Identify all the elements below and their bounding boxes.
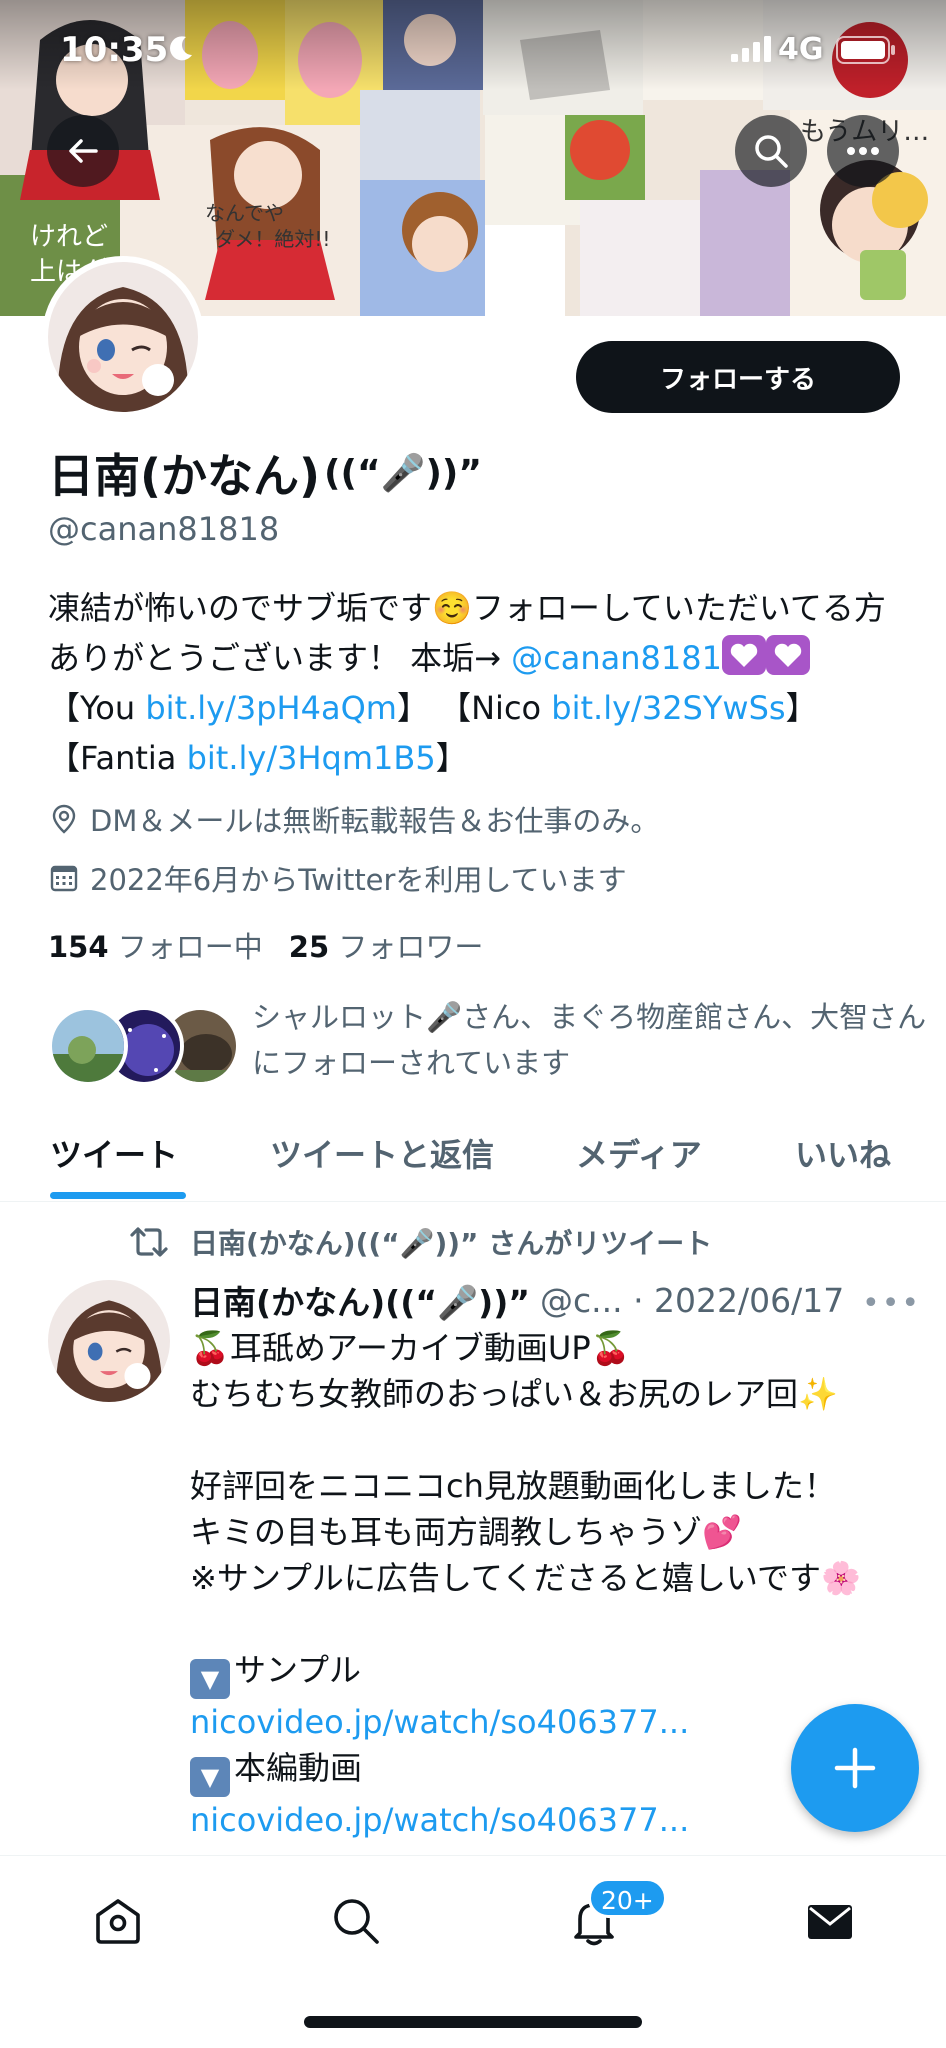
arrow-left-icon (69, 139, 98, 163)
down-triangle-icon: ▼ (190, 1757, 230, 1797)
bottom-navigation: 20+ (0, 1855, 946, 2048)
followers-link[interactable]: 25 フォロワー (289, 930, 484, 964)
search-button[interactable] (735, 115, 807, 187)
bio-link-fantia[interactable]: bit.ly/3Hqm1B5 (187, 739, 436, 777)
followers-count: 25 (288, 930, 330, 964)
tweet-author-avatar[interactable] (48, 1280, 170, 1402)
down-triangle-icon: ▼ (190, 1659, 230, 1699)
profile-avatar[interactable] (42, 256, 204, 418)
profile-joined-date: 2022年6月からTwitterを利用しています (48, 857, 627, 899)
tweet-handle-date: @c... · 2022/06/17 (539, 1280, 845, 1320)
location-text: DM＆メールは無断転載報告＆お仕事のみ。 (90, 804, 660, 838)
retweet-indicator: 日南(かなん)((“🎤))” さんがリツイート (128, 1222, 712, 1262)
nav-home[interactable] (88, 1891, 148, 1951)
avatar-image (48, 1280, 170, 1402)
following-label: フォロー中 (117, 930, 263, 964)
location-pin-icon (52, 804, 76, 834)
tab-tweets[interactable]: ツイート (50, 1130, 178, 1176)
calendar-icon (50, 865, 78, 892)
follow-button[interactable]: フォローする (576, 341, 900, 413)
tweet-line: むちむち女教師のおっぱい＆お尻のレア回✨ (190, 1375, 838, 1413)
status-bar: 10:35 4G (0, 0, 946, 104)
profile-name-emoji: ((“🎤))” (324, 453, 483, 494)
plus-icon (834, 1747, 876, 1789)
notification-badge: 20+ (588, 1878, 667, 1918)
tweet-author-name[interactable]: 日南(かなん)((“🎤))” (190, 1276, 530, 1324)
tweet-line: 好評回をニコニコch見放題動画化しました！ (190, 1467, 836, 1505)
joined-text: 2022年6月からTwitterを利用しています (90, 863, 627, 897)
following-link[interactable]: 154 フォロー中 (48, 930, 263, 964)
bio-text: 】 【Nico (396, 689, 552, 727)
svg-text:ダメ！絶対!!: ダメ！絶対!! (215, 227, 330, 251)
signal-icon (731, 36, 771, 62)
search-icon (334, 1899, 379, 1944)
svg-text:けれど: けれど (30, 222, 108, 252)
bio-link-nico[interactable]: bit.ly/32SYwSs (551, 689, 785, 727)
profile-name-text: 日南(かなん) (48, 449, 321, 503)
more-horizontal-icon (847, 147, 879, 155)
retweet-icon (130, 1227, 168, 1257)
profile-name: 日南(かなん) ((“🎤))” (48, 440, 482, 506)
purple-heart-icon (721, 635, 766, 675)
bio-text: 【You (48, 689, 146, 727)
tweet-header: 日南(かなん)((“🎤))” @c... · 2022/06/17 (190, 1276, 844, 1324)
retweet-text: 日南(かなん)((“🎤))” さんがリツイート (190, 1227, 713, 1260)
nav-search[interactable] (326, 1891, 386, 1951)
follower-avatar (48, 1006, 128, 1086)
status-time: 10:35 (60, 30, 169, 70)
active-tab-indicator (50, 1192, 186, 1199)
home-icon (96, 1899, 140, 1944)
followers-label: フォロワー (338, 930, 484, 964)
network-type: 4G (778, 32, 824, 67)
followers-you-know-text: シャルロット🎤さん、まぐろ物産館さん、大智さんにフォローされています (252, 1000, 927, 1080)
search-icon (755, 135, 788, 168)
followers-you-know[interactable]: シャルロット🎤さん、まぐろ物産館さん、大智さんにフォローされています (48, 990, 926, 1090)
home-indicator (304, 2016, 642, 2028)
more-options-button[interactable] (827, 115, 899, 187)
bio-text: 】 (435, 739, 468, 777)
tab-tweets-and-replies[interactable]: ツイートと返信 (270, 1130, 494, 1176)
tweet-line: 🍒耳舐めアーカイブ動画UP🍒 (190, 1329, 631, 1367)
compose-tweet-button[interactable] (791, 1704, 919, 1832)
bio-link-youtube[interactable]: bit.ly/3pH4aQm (145, 689, 397, 727)
tweet-line: ※サンプルに広告してくださると嬉しいです🌸 (190, 1559, 861, 1597)
svg-text:なんでや: なんでや (205, 201, 284, 225)
avatar-image (48, 262, 198, 412)
battery-icon (836, 36, 895, 64)
profile-bio: 凍結が怖いのでサブ垢です☺️フォローしていただいてる方ありがとうございます！ 本… (48, 583, 898, 783)
profile-tabs: ツイート ツイートと返信 メディア いいね (0, 1112, 946, 1202)
tweet-line: キミの目も耳も両方調教しちゃうゾ💕 (190, 1513, 742, 1551)
nav-messages[interactable] (800, 1891, 860, 1951)
follow-counts: 154 フォロー中 25 フォロワー (48, 924, 483, 966)
moon-icon (170, 36, 192, 61)
following-count: 154 (48, 930, 109, 964)
messages-icon (808, 1905, 852, 1939)
main-video-label: 本編動画 (234, 1749, 363, 1787)
back-button[interactable] (47, 115, 119, 187)
tab-likes[interactable]: いいね (795, 1130, 891, 1176)
tweet-more-options[interactable]: ••• (862, 1286, 921, 1321)
tab-media[interactable]: メディア (576, 1130, 702, 1176)
profile-handle: @canan81818 (48, 510, 280, 548)
purple-heart-icon (765, 635, 810, 675)
bio-mention-link[interactable]: @canan8181 (511, 639, 722, 677)
profile-location: DM＆メールは無断転載報告＆お仕事のみ。 (48, 798, 659, 840)
sample-label: サンプル (234, 1651, 362, 1689)
